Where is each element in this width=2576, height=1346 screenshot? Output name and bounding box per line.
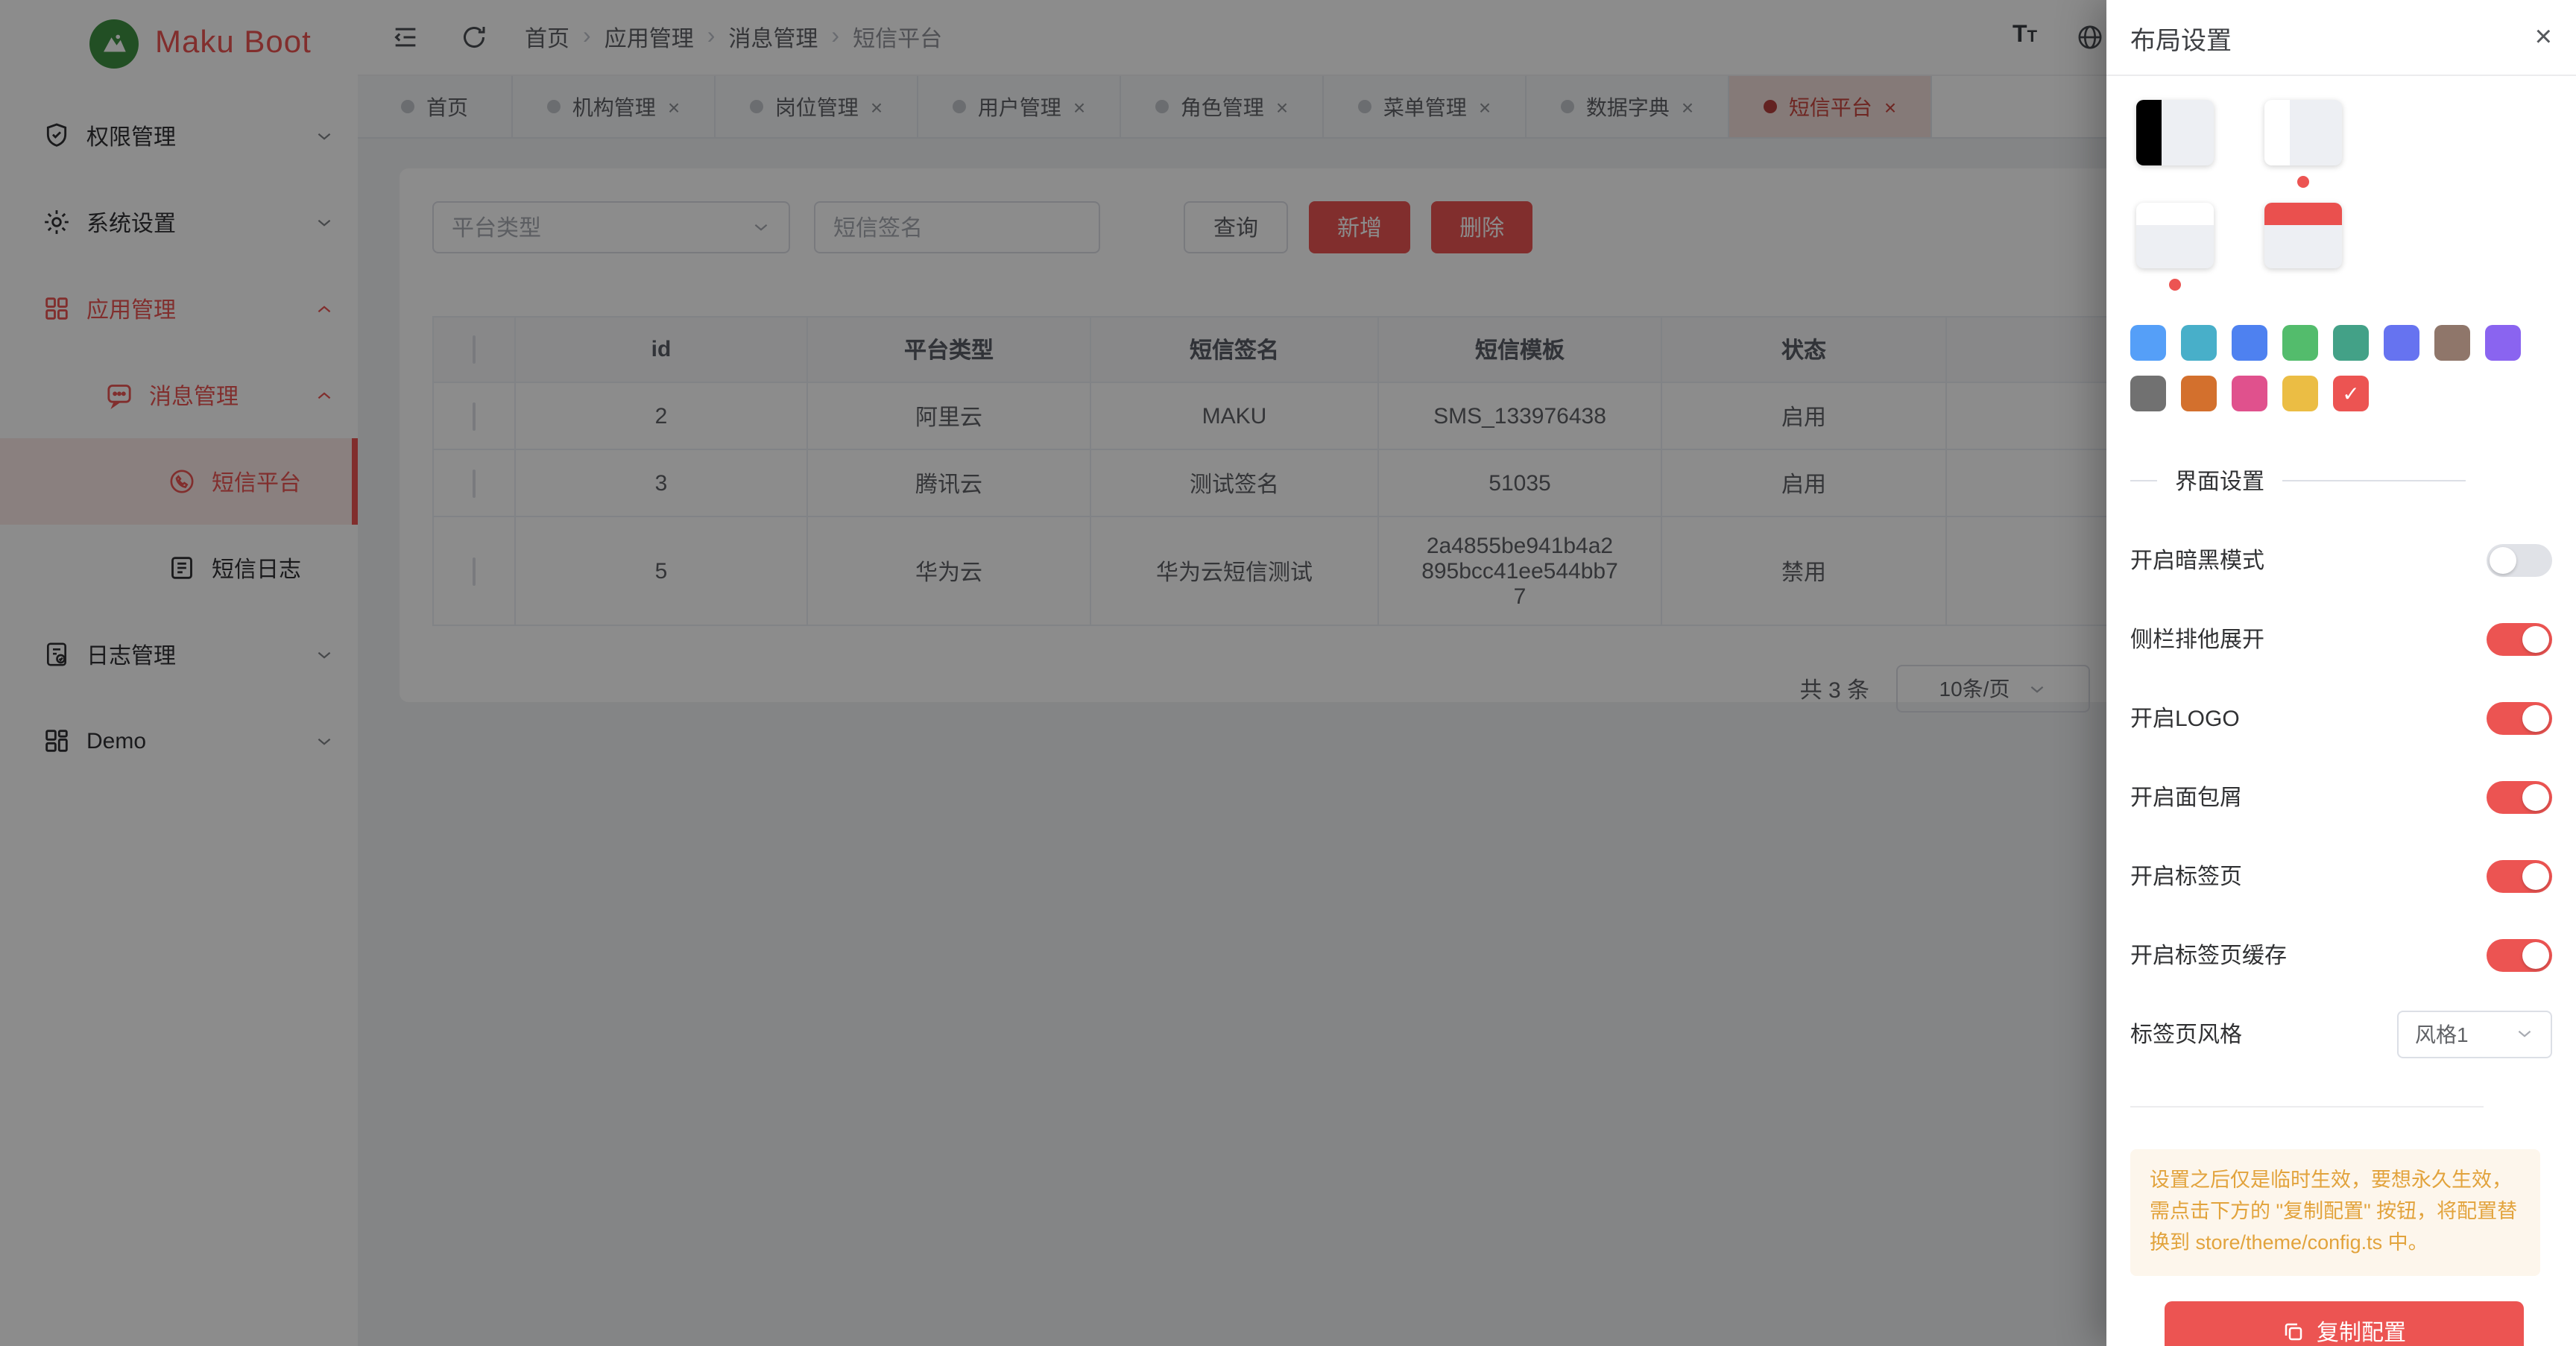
chevron-down-icon	[2515, 1024, 2534, 1043]
interface-settings-divider: 界面设置	[2130, 465, 2552, 496]
logo-toggle[interactable]	[2487, 701, 2552, 734]
selected-dot-icon	[2169, 279, 2181, 291]
setting-sidebar-accordion: 侧栏排他展开	[2130, 599, 2552, 678]
layout-option-light-header[interactable]	[2136, 203, 2214, 268]
setting-tabs: 开启标签页	[2130, 836, 2552, 915]
layout-option-dark-sidebar[interactable]	[2136, 100, 2214, 165]
app-root: Maku Boot 权限管理 系统设置	[0, 0, 2576, 1346]
theme-color-swatch[interactable]: ✓	[2130, 376, 2166, 411]
theme-color-swatch[interactable]: ✓	[2130, 325, 2166, 361]
setting-tab-cache: 开启标签页缓存	[2130, 915, 2552, 994]
interface-settings: 开启暗黑模式 侧栏排他展开 开启LOGO 开启面包屑 开启标签页	[2130, 520, 2552, 1073]
theme-color-swatch[interactable]: ✓	[2181, 376, 2217, 411]
layout-settings-drawer: 布局设置 ×	[2106, 0, 2576, 1346]
setting-tab-style: 标签页风格 风格1	[2130, 994, 2552, 1073]
drawer-body: ✓ ✓ ✓ ✓ ✓ ✓ ✓ ✓ ✓ ✓ ✓ ✓ ✓ 界面设置	[2106, 76, 2576, 1300]
layout-option-light-sidebar[interactable]	[2264, 100, 2342, 165]
section-title: 界面设置	[2175, 465, 2264, 496]
theme-color-swatches: ✓ ✓ ✓ ✓ ✓ ✓ ✓ ✓ ✓ ✓ ✓ ✓ ✓	[2130, 325, 2540, 411]
drawer-divider	[2130, 1106, 2484, 1108]
theme-color-swatch[interactable]: ✓	[2384, 325, 2419, 361]
theme-color-swatch[interactable]: ✓	[2333, 376, 2369, 411]
setting-dark-mode: 开启暗黑模式	[2130, 520, 2552, 599]
theme-color-swatch[interactable]: ✓	[2485, 325, 2521, 361]
drawer-header: 布局设置 ×	[2106, 0, 2576, 76]
copy-icon	[2282, 1320, 2305, 1342]
copy-config-button[interactable]: 复制配置	[2165, 1301, 2524, 1346]
theme-color-swatch[interactable]: ✓	[2434, 325, 2470, 361]
close-icon[interactable]: ×	[2535, 22, 2552, 52]
check-icon: ✓	[2342, 381, 2359, 406]
layout-option-grid	[2130, 100, 2552, 268]
drawer-title: 布局设置	[2130, 19, 2232, 56]
settings-notice: 设置之后仅是临时生效，要想永久生效，需点击下方的 "复制配置" 按钮，将配置替换…	[2130, 1149, 2540, 1276]
sidebar-accordion-toggle[interactable]	[2487, 622, 2552, 655]
theme-color-swatch[interactable]: ✓	[2333, 325, 2369, 361]
layout-option-red-header[interactable]	[2264, 203, 2342, 268]
breadcrumb-toggle[interactable]	[2487, 780, 2552, 813]
tab-style-select[interactable]: 风格1	[2397, 1010, 2552, 1058]
theme-color-swatch[interactable]: ✓	[2282, 325, 2318, 361]
tab-cache-toggle[interactable]	[2487, 938, 2552, 971]
theme-color-swatch[interactable]: ✓	[2232, 325, 2267, 361]
theme-color-swatch[interactable]: ✓	[2232, 376, 2267, 411]
setting-breadcrumb: 开启面包屑	[2130, 757, 2552, 836]
setting-logo: 开启LOGO	[2130, 678, 2552, 757]
selected-dot-icon	[2297, 176, 2309, 188]
theme-color-swatch[interactable]: ✓	[2181, 325, 2217, 361]
dark-mode-toggle[interactable]	[2487, 543, 2552, 576]
tabs-toggle[interactable]	[2487, 859, 2552, 892]
theme-color-swatch[interactable]: ✓	[2282, 376, 2318, 411]
